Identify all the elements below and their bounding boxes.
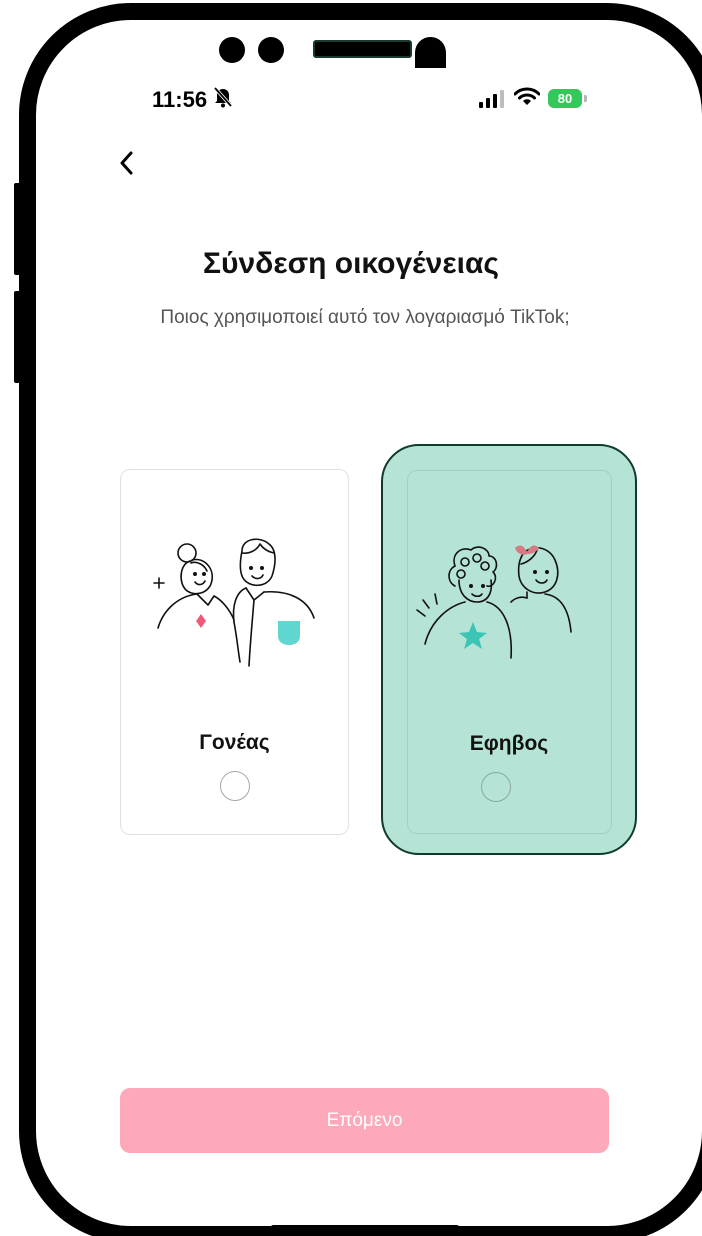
bell-slash-icon: [213, 86, 233, 114]
back-button[interactable]: [116, 148, 142, 178]
parent-illustration: [153, 538, 315, 667]
option-card-teen[interactable]: Εφηβος: [381, 444, 637, 855]
signal-icon: [479, 90, 504, 108]
camera-dot: [258, 37, 284, 63]
option-label-teen: Εφηβος: [469, 732, 549, 755]
chevron-left-icon: [120, 151, 133, 175]
page-subtitle: Ποιος χρησιμοποιεί αυτό τον λογαριασμό T…: [160, 307, 570, 328]
option-label-parent: Γονέας: [199, 731, 270, 754]
page-title: Σύνδεση οικογένειας: [202, 247, 499, 280]
radio-button-parent[interactable]: [220, 771, 250, 801]
radio-button-teen[interactable]: [481, 772, 511, 802]
option-card-parent[interactable]: Γονέας: [120, 469, 349, 835]
speaker-grill: [313, 40, 412, 58]
teen-illustration: [416, 545, 572, 659]
wifi-icon: [513, 87, 541, 112]
battery-level: 80: [548, 89, 582, 108]
next-button[interactable]: Επόμενο: [120, 1088, 609, 1153]
home-indicator: [270, 1225, 460, 1232]
battery-icon: [584, 95, 587, 102]
camera-dot: [219, 37, 245, 63]
status-time: 11:56: [152, 87, 208, 112]
camera-dot: [415, 37, 446, 68]
